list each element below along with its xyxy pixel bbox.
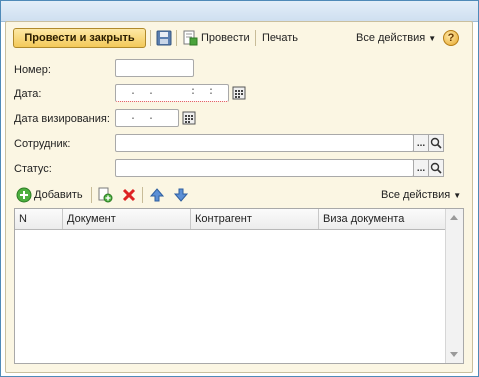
document-form: Провести и закрыть Провести Печать Все д… — [5, 21, 473, 373]
column-header-counterparty[interactable]: Контрагент — [191, 209, 319, 229]
post-button[interactable]: Провести — [201, 32, 250, 44]
table-all-actions-menu[interactable]: Все действия ▼ — [381, 189, 461, 201]
date-field[interactable]: . . : : — [115, 84, 229, 102]
delete-icon[interactable] — [121, 187, 137, 203]
post-and-close-button[interactable]: Провести и закрыть — [13, 28, 146, 48]
status-select-button[interactable]: ... — [413, 159, 429, 177]
employee-label: Сотрудник: — [14, 138, 71, 150]
scroll-up-icon[interactable] — [450, 215, 458, 220]
chevron-down-icon: ▼ — [453, 191, 462, 200]
chevron-down-icon: ▼ — [428, 34, 437, 43]
employee-search-button[interactable] — [428, 134, 444, 152]
column-header-document[interactable]: Документ — [63, 209, 191, 229]
documents-table[interactable]: N Документ Контрагент Виза документа — [14, 208, 464, 364]
status-search-button[interactable] — [428, 159, 444, 177]
table-all-actions-label: Все действия — [381, 189, 451, 201]
all-actions-menu[interactable]: Все действия ▼ — [356, 32, 436, 44]
vertical-scrollbar[interactable] — [445, 209, 463, 363]
window-frame: Провести и закрыть Провести Печать Все д… — [0, 0, 479, 377]
toolbar-separator — [91, 187, 92, 203]
number-field[interactable] — [115, 59, 194, 77]
table-header: N Документ Контрагент Виза документа — [15, 209, 446, 230]
all-actions-label: Все действия — [356, 32, 426, 44]
visa-date-field[interactable]: . . — [115, 109, 179, 127]
toolbar-separator — [142, 187, 143, 203]
window-title-strip — [1, 1, 478, 22]
help-icon[interactable]: ? — [443, 30, 459, 46]
status-field[interactable] — [115, 159, 414, 177]
status-label: Статус: — [14, 163, 52, 175]
toolbar-separator — [255, 30, 256, 46]
search-icon — [430, 137, 442, 149]
employee-field[interactable] — [115, 134, 414, 152]
save-icon[interactable] — [156, 30, 172, 46]
print-button[interactable]: Печать — [262, 32, 298, 44]
calendar-icon[interactable] — [181, 110, 197, 126]
calendar-icon[interactable] — [231, 85, 247, 101]
move-down-icon[interactable] — [173, 187, 189, 203]
add-icon[interactable] — [16, 187, 32, 203]
visa-date-label: Дата визирования: — [14, 113, 110, 125]
scroll-down-icon[interactable] — [450, 352, 458, 357]
post-document-icon[interactable] — [182, 30, 198, 46]
move-up-icon[interactable] — [149, 187, 165, 203]
number-label: Номер: — [14, 64, 51, 76]
toolbar-separator — [176, 30, 177, 46]
copy-row-icon[interactable] — [97, 187, 113, 203]
employee-select-button[interactable]: ... — [413, 134, 429, 152]
toolbar-separator — [150, 30, 151, 46]
column-header-visa[interactable]: Виза документа — [319, 209, 446, 229]
date-label: Дата: — [14, 88, 42, 100]
search-icon — [430, 162, 442, 174]
column-header-n[interactable]: N — [15, 209, 63, 229]
add-row-button[interactable]: Добавить — [34, 189, 83, 201]
